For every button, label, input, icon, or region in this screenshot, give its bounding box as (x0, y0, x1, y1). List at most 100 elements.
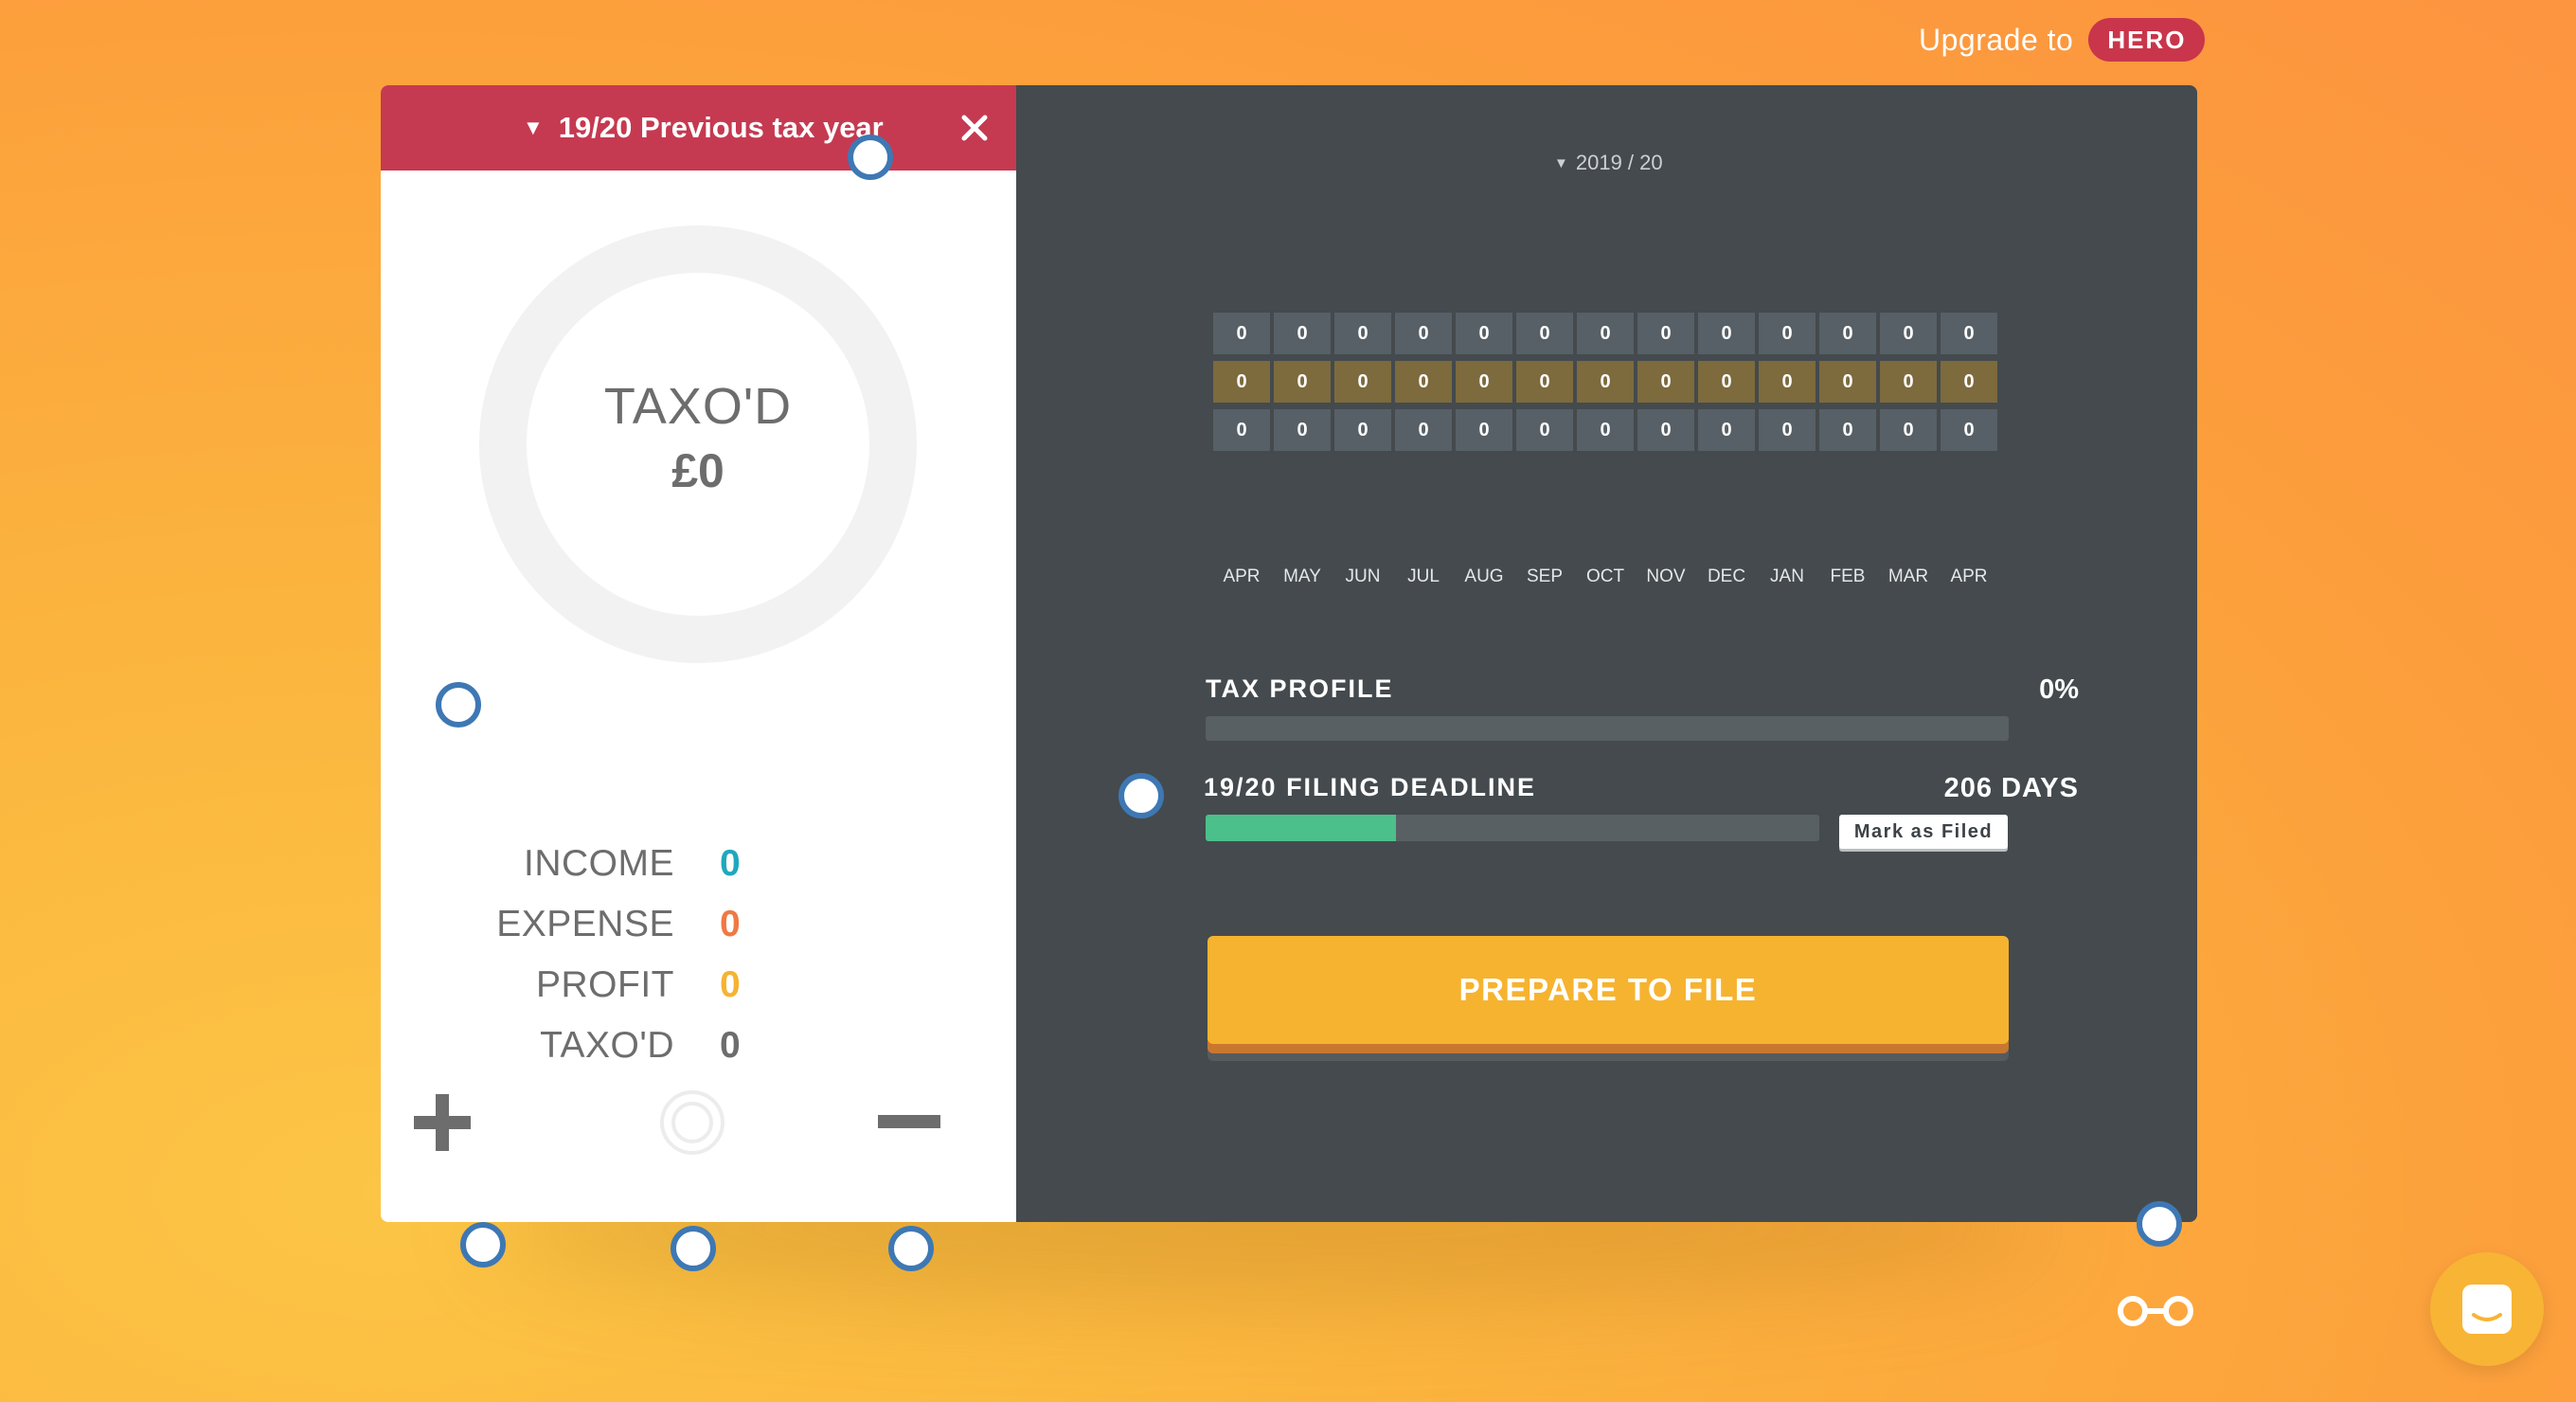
month-cell[interactable]: 0 (1213, 361, 1270, 403)
tax-profile-label: TAX PROFILE (1206, 674, 1394, 703)
month-label: AUG (1464, 566, 1504, 586)
month-cell[interactable]: 0 (1213, 409, 1270, 451)
hotspot-marker[interactable] (2137, 1201, 2182, 1247)
month-label: JUN (1345, 566, 1381, 586)
month-cell[interactable]: 0 (1334, 313, 1391, 354)
hero-badge: HERO (2088, 18, 2206, 62)
hotspot-marker[interactable] (848, 135, 893, 180)
stat-label-taxod: TAXO'D (540, 1025, 674, 1066)
donut-title: TAXO'D (603, 378, 793, 435)
month-cell[interactable]: 0 (1880, 313, 1937, 354)
month-cell[interactable]: 0 (1274, 313, 1331, 354)
caret-down-icon: ▼ (1554, 154, 1568, 171)
plus-icon (414, 1094, 471, 1151)
month-label: OCT (1585, 566, 1625, 586)
month-cell[interactable]: 0 (1941, 313, 1997, 354)
month-column: 0 0 0 (1456, 313, 1512, 458)
stat-value-taxod: 0 (720, 1025, 741, 1066)
month-cell[interactable]: 0 (1941, 409, 1997, 451)
month-column: 0 0 0 (1274, 313, 1331, 458)
month-cell[interactable]: 0 (1456, 313, 1512, 354)
month-cell[interactable]: 0 (1395, 409, 1452, 451)
tax-year-label: 2019 / 20 (1575, 151, 1663, 174)
month-cell[interactable]: 0 (1395, 313, 1452, 354)
month-cell[interactable]: 0 (1637, 361, 1694, 403)
filing-deadline-label: 19/20 FILING DEADLINE (1204, 773, 1537, 801)
prepare-to-file-button[interactable]: PREPARE TO FILE (1208, 936, 2009, 1044)
month-cell[interactable]: 0 (1577, 409, 1634, 451)
month-cell[interactable]: 0 (1698, 313, 1755, 354)
hotspot-marker[interactable] (671, 1226, 716, 1271)
month-cell[interactable]: 0 (1334, 361, 1391, 403)
upgrade-link[interactable]: Upgrade to HERO (1919, 17, 2206, 63)
month-cell[interactable]: 0 (1395, 361, 1452, 403)
month-cell[interactable]: 0 (1274, 361, 1331, 403)
month-cell[interactable]: 0 (1516, 409, 1573, 451)
month-cell[interactable]: 0 (1334, 409, 1391, 451)
hotspot-marker[interactable] (460, 1222, 506, 1267)
add-button[interactable] (409, 1089, 475, 1156)
glasses-icon[interactable] (2116, 1290, 2195, 1332)
stat-label-profit: PROFIT (536, 964, 674, 1005)
hotspot-marker[interactable] (1118, 773, 1164, 818)
month-cell[interactable]: 0 (1819, 409, 1876, 451)
stat-label-income: INCOME (524, 843, 674, 884)
month-cell[interactable]: 0 (1577, 361, 1634, 403)
month-cell[interactable]: 0 (1880, 409, 1937, 451)
close-button[interactable] (949, 102, 1000, 153)
tax-profile-percent: 0% (2039, 674, 2079, 705)
month-cell[interactable]: 0 (1577, 313, 1634, 354)
month-cell[interactable]: 0 (1213, 313, 1270, 354)
upgrade-text: Upgrade to (1919, 22, 2074, 57)
month-label: DEC (1707, 566, 1746, 586)
subtract-button[interactable] (875, 1105, 943, 1139)
month-cell[interactable]: 0 (1637, 313, 1694, 354)
month-cell[interactable]: 0 (1759, 313, 1816, 354)
month-column: 0 0 0 (1941, 313, 1997, 458)
month-cell[interactable]: 0 (1941, 361, 1997, 403)
month-label: NOV (1646, 566, 1686, 586)
month-cell[interactable]: 0 (1637, 409, 1694, 451)
month-cell[interactable]: 0 (1456, 409, 1512, 451)
month-cell[interactable]: 0 (1698, 361, 1755, 403)
overview-panel: ▼ 2019 / 20 0 0 0 APR 0 0 0 MAY 0 0 0 JUN 0 0 0 JUL 0 0 0 A… (1016, 85, 2197, 1222)
month-column: 0 0 0 (1819, 313, 1876, 458)
month-cell[interactable]: 0 (1759, 409, 1816, 451)
month-label: FEB (1830, 566, 1866, 586)
month-cell[interactable]: 0 (1819, 361, 1876, 403)
target-button[interactable] (657, 1087, 727, 1158)
month-column: 0 0 0 (1880, 313, 1937, 458)
month-column: 0 0 0 (1516, 313, 1573, 458)
tax-year-selector[interactable]: ▼ 2019 / 20 (1554, 142, 1663, 184)
month-label: JUL (1407, 566, 1440, 586)
month-label: MAR (1887, 566, 1929, 586)
month-cell[interactable]: 0 (1516, 361, 1573, 403)
month-column: 0 0 0 (1577, 313, 1634, 458)
month-cell[interactable]: 0 (1759, 361, 1816, 403)
mark-as-filed-button[interactable]: Mark as Filed (1839, 815, 2008, 849)
month-column: 0 0 0 (1213, 313, 1270, 458)
month-cell[interactable]: 0 (1880, 361, 1937, 403)
year-label: 19/20 Previous tax year (558, 111, 884, 144)
month-cell[interactable]: 0 (1274, 409, 1331, 451)
target-icon (660, 1090, 724, 1155)
caret-down-icon: ▼ (523, 116, 544, 139)
year-header: ▼ 19/20 Previous tax year (381, 85, 1016, 171)
month-column: 0 0 0 (1395, 313, 1452, 458)
chat-button[interactable] (2430, 1252, 2544, 1366)
year-selector[interactable]: ▼ 19/20 Previous tax year (523, 85, 884, 171)
month-column: 0 0 0 (1759, 313, 1816, 458)
stat-value-income: 0 (720, 843, 741, 884)
stat-value-profit: 0 (720, 964, 741, 1005)
filing-deadline-progress-bar (1206, 815, 1819, 841)
month-cell[interactable]: 0 (1456, 361, 1512, 403)
hotspot-marker[interactable] (888, 1226, 934, 1271)
tax-profile-progress-bar (1206, 716, 2009, 741)
month-column: 0 0 0 (1637, 313, 1694, 458)
month-cell[interactable]: 0 (1698, 409, 1755, 451)
month-cell[interactable]: 0 (1516, 313, 1573, 354)
stat-value-expense: 0 (720, 904, 741, 944)
month-cell[interactable]: 0 (1819, 313, 1876, 354)
stat-label-expense: EXPENSE (496, 904, 674, 944)
hotspot-marker[interactable] (436, 682, 481, 728)
